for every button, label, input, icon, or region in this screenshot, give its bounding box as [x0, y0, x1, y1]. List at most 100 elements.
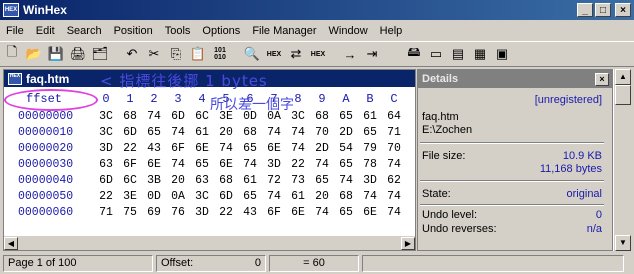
- hex-byte[interactable]: 74: [214, 142, 238, 155]
- row-offset[interactable]: 00000020: [18, 142, 73, 155]
- hex-byte[interactable]: 65: [334, 206, 358, 219]
- hex-byte[interactable]: 74: [238, 158, 262, 171]
- hex-byte[interactable]: 6E: [214, 158, 238, 171]
- details-close-icon[interactable]: ×: [595, 72, 609, 86]
- ram-editor-icon[interactable]: ▣: [492, 44, 512, 64]
- menu-position[interactable]: Position: [108, 25, 159, 37]
- hex-byte[interactable]: 74: [262, 190, 286, 203]
- replace-hex-icon[interactable]: HEX: [308, 44, 328, 64]
- hex-byte[interactable]: 74: [358, 190, 382, 203]
- hex-byte[interactable]: 3C: [94, 126, 118, 139]
- hex-byte[interactable]: 0D: [142, 190, 166, 203]
- hex-byte[interactable]: 68: [214, 174, 238, 187]
- paste-icon[interactable]: 📋: [188, 44, 208, 64]
- row-offset[interactable]: 00000040: [18, 174, 73, 187]
- scroll-right-icon[interactable]: ▶: [401, 237, 415, 250]
- goto-offset-icon[interactable]: →: [340, 44, 360, 64]
- hex-byte[interactable]: 6E: [286, 206, 310, 219]
- hex-byte[interactable]: 74: [286, 126, 310, 139]
- hex-byte[interactable]: 74: [310, 158, 334, 171]
- close-button[interactable]: ×: [615, 3, 631, 17]
- hex-byte[interactable]: 3D: [358, 174, 382, 187]
- hex-byte[interactable]: 6F: [118, 158, 142, 171]
- hex-byte[interactable]: 72: [262, 174, 286, 187]
- hex-byte[interactable]: 3C: [190, 190, 214, 203]
- hex-byte[interactable]: 6D: [118, 126, 142, 139]
- menu-edit[interactable]: Edit: [30, 25, 61, 37]
- calculator-icon[interactable]: ▦: [470, 44, 490, 64]
- hex-byte[interactable]: 61: [190, 126, 214, 139]
- hex-byte[interactable]: 6F: [262, 206, 286, 219]
- hex-byte[interactable]: 20: [310, 190, 334, 203]
- undo-icon[interactable]: ↶: [122, 44, 142, 64]
- hex-byte[interactable]: 6D: [214, 190, 238, 203]
- menu-file-manager[interactable]: File Manager: [246, 25, 322, 37]
- hex-byte[interactable]: 0A: [262, 110, 286, 123]
- hex-byte[interactable]: 6E: [190, 142, 214, 155]
- row-offset[interactable]: 00000000: [18, 110, 73, 123]
- hex-byte[interactable]: 74: [382, 206, 406, 219]
- scroll-down-icon[interactable]: ▼: [615, 235, 631, 251]
- hex-byte[interactable]: 64: [382, 110, 406, 123]
- hex-byte[interactable]: 61: [286, 190, 310, 203]
- find-icon[interactable]: 🔍: [242, 44, 262, 64]
- hex-byte[interactable]: 74: [166, 158, 190, 171]
- hex-byte[interactable]: 74: [286, 142, 310, 155]
- open-folder-icon[interactable]: 📂: [24, 44, 44, 64]
- menu-file[interactable]: File: [0, 25, 30, 37]
- hex-byte[interactable]: 63: [94, 158, 118, 171]
- hex-byte[interactable]: 54: [334, 142, 358, 155]
- row-offset[interactable]: 00000050: [18, 190, 73, 203]
- hex-byte[interactable]: 74: [262, 126, 286, 139]
- ram-tools-icon[interactable]: ▤: [448, 44, 468, 64]
- hex-byte[interactable]: 71: [382, 126, 406, 139]
- hex-byte[interactable]: 68: [334, 190, 358, 203]
- row-offset[interactable]: 00000060: [18, 206, 73, 219]
- menu-tools[interactable]: Tools: [159, 25, 197, 37]
- properties-icon[interactable]: 🗂: [90, 44, 110, 64]
- hex-byte[interactable]: 3E: [214, 110, 238, 123]
- hex-byte[interactable]: 6E: [142, 158, 166, 171]
- hex-byte[interactable]: 65: [190, 158, 214, 171]
- disk-tools-icon[interactable]: 🖴: [404, 44, 424, 64]
- hex-byte[interactable]: 74: [382, 190, 406, 203]
- hex-byte[interactable]: 61: [238, 174, 262, 187]
- hex-byte[interactable]: 3B: [142, 174, 166, 187]
- hex-byte[interactable]: 22: [214, 206, 238, 219]
- hex-byte[interactable]: 65: [334, 158, 358, 171]
- hex-byte[interactable]: 6E: [358, 206, 382, 219]
- hex-byte[interactable]: 65: [310, 174, 334, 187]
- hex-byte[interactable]: 6F: [166, 142, 190, 155]
- row-offset[interactable]: 00000010: [18, 126, 73, 139]
- hex-byte[interactable]: 6E: [262, 142, 286, 155]
- scroll-thumb[interactable]: [615, 85, 631, 105]
- hex-byte[interactable]: 73: [286, 174, 310, 187]
- hex-byte[interactable]: 74: [142, 110, 166, 123]
- hex-byte[interactable]: 0D: [238, 110, 262, 123]
- hex-byte[interactable]: 78: [358, 158, 382, 171]
- hex-byte[interactable]: 20: [166, 174, 190, 187]
- menu-window[interactable]: Window: [323, 25, 374, 37]
- binary-icon[interactable]: 101 010: [210, 44, 230, 64]
- hex-byte[interactable]: 6C: [118, 174, 142, 187]
- horizontal-scrollbar[interactable]: ◀ ▶: [4, 235, 415, 250]
- hex-data-grid[interactable]: 00000000 3C 68 74 6D 6C 3E 0D 0A 3C 68 65 61 64 000000…: [4, 110, 415, 222]
- hex-byte[interactable]: 6D: [94, 174, 118, 187]
- minimize-button[interactable]: _: [577, 3, 593, 17]
- hex-byte[interactable]: 74: [166, 126, 190, 139]
- scroll-left-icon[interactable]: ◀: [4, 237, 18, 250]
- hex-byte[interactable]: 20: [214, 126, 238, 139]
- menu-search[interactable]: Search: [61, 25, 108, 37]
- scroll-up-icon[interactable]: ▲: [615, 69, 631, 85]
- hex-byte[interactable]: 2D: [334, 126, 358, 139]
- hex-byte[interactable]: 65: [238, 142, 262, 155]
- hex-byte[interactable]: 6D: [166, 110, 190, 123]
- hex-byte[interactable]: 43: [238, 206, 262, 219]
- hex-byte[interactable]: 22: [286, 158, 310, 171]
- hex-byte[interactable]: 71: [94, 206, 118, 219]
- hex-byte[interactable]: 3D: [190, 206, 214, 219]
- copy-icon[interactable]: ⎘: [166, 44, 186, 64]
- hex-byte[interactable]: 68: [238, 126, 262, 139]
- hex-byte[interactable]: 3E: [118, 190, 142, 203]
- hex-byte[interactable]: 74: [382, 158, 406, 171]
